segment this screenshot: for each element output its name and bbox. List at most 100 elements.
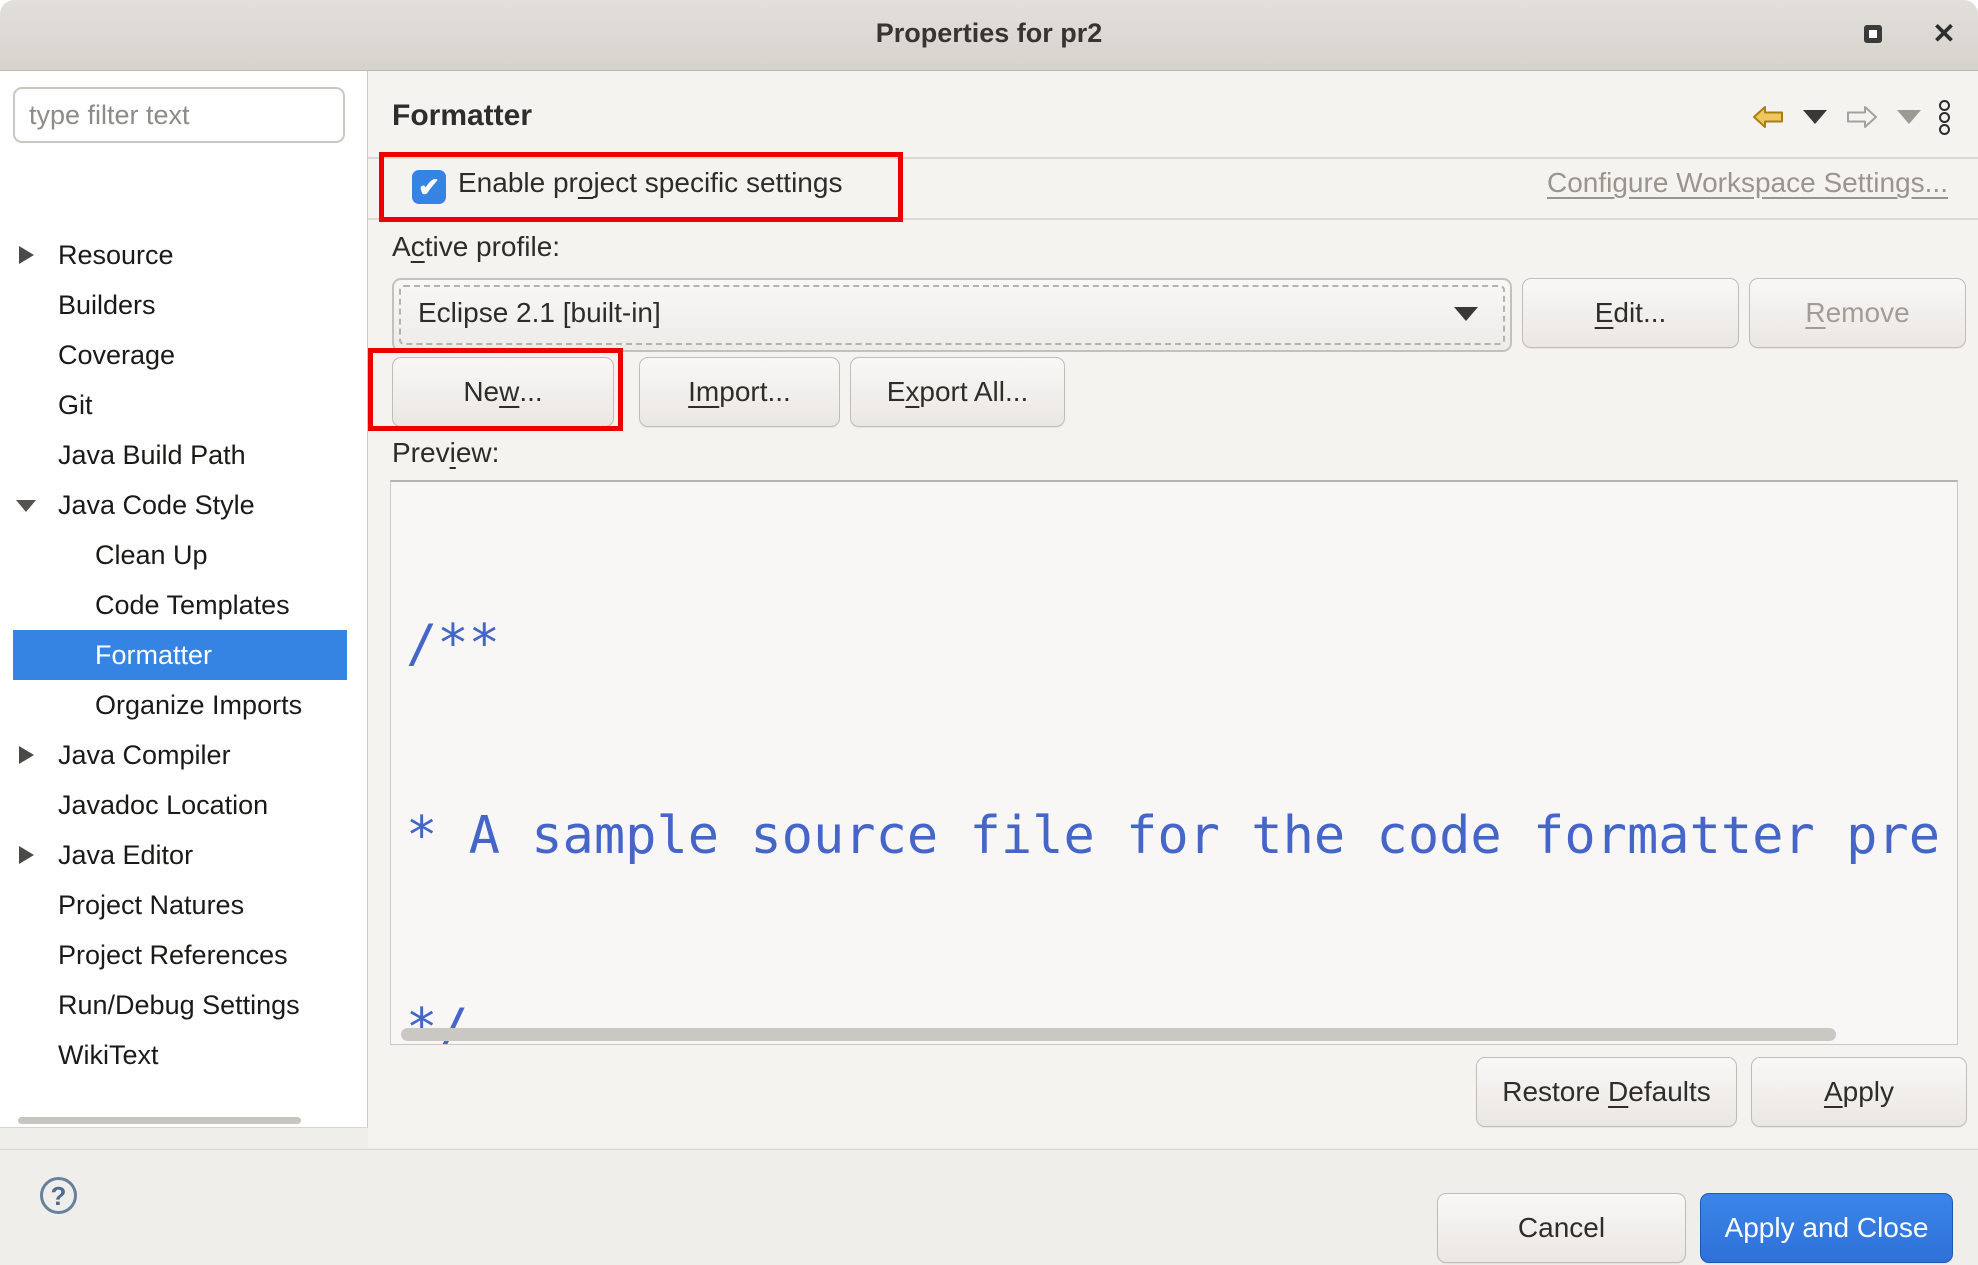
titlebar: Properties for pr2 ✕: [0, 0, 1978, 71]
label-mnemonic: R: [1805, 297, 1825, 329]
label-pre: Prev: [392, 437, 450, 468]
label-mnemonic: D: [1608, 1076, 1628, 1108]
restore-defaults-button[interactable]: Restore Defaults: [1476, 1057, 1737, 1127]
kebab-dot: [1939, 124, 1950, 135]
label-post: port All...: [919, 376, 1028, 408]
expander-right-icon[interactable]: [19, 846, 34, 864]
sidebar-item-builders[interactable]: Builders: [13, 280, 347, 330]
window-title: Properties for pr2: [0, 18, 1978, 49]
active-profile-select[interactable]: Eclipse 2.1 [built-in]: [392, 278, 1512, 352]
sidebar-horizontal-scrollbar[interactable]: [18, 1117, 301, 1124]
sidebar-item-git[interactable]: Git: [13, 380, 347, 430]
sidebar-item-label: Formatter: [95, 630, 212, 680]
configure-workspace-settings-link[interactable]: Configure Workspace Settings...: [1547, 167, 1948, 199]
sidebar-item-project-references[interactable]: Project References: [13, 930, 347, 980]
code-comment: * A sample source file for the code form…: [406, 806, 1940, 866]
import-button[interactable]: Import...: [639, 357, 840, 427]
sidebar-item-label: Clean Up: [95, 530, 208, 580]
export-all-button[interactable]: Export All...: [850, 357, 1065, 427]
preview-label: Preview:: [392, 437, 499, 469]
page-toolbar: [1751, 97, 1950, 137]
annotation-rect-enable-settings: [379, 152, 903, 222]
help-icon[interactable]: ?: [40, 1177, 77, 1214]
properties-dialog: Properties for pr2 ✕ Resource Builders C…: [0, 0, 1978, 1265]
sidebar-item-label: WikiText: [58, 1030, 159, 1080]
sidebar-item-label: Coverage: [58, 330, 175, 380]
sidebar-item-java-editor[interactable]: Java Editor: [13, 830, 347, 880]
label-post: pply: [1843, 1076, 1894, 1108]
sidebar-item-javadoc-location[interactable]: Javadoc Location: [13, 780, 347, 830]
label-post: dit...: [1613, 297, 1666, 329]
sidebar-item-label: Organize Imports: [95, 680, 302, 730]
sidebar-item-java-code-style[interactable]: Java Code Style: [13, 480, 347, 530]
sidebar-item-java-compiler[interactable]: Java Compiler: [13, 730, 347, 780]
label-mnemonic: x: [905, 376, 919, 408]
sidebar-item-code-templates[interactable]: Code Templates: [13, 580, 347, 630]
forward-arrow-icon[interactable]: [1845, 105, 1879, 129]
sidebar-item-label: Run/Debug Settings: [58, 980, 300, 1030]
formatter-page: Formatter ✔ Enable project specific sett…: [368, 71, 1978, 1148]
maximize-icon[interactable]: [1864, 25, 1882, 43]
label-post: port...: [719, 376, 791, 408]
expander-right-icon[interactable]: [19, 246, 34, 264]
sidebar-item-java-build-path[interactable]: Java Build Path: [13, 430, 347, 480]
active-profile-label: Active profile:: [392, 231, 560, 263]
sidebar-item-label: Builders: [58, 280, 156, 330]
label-post: ew:: [456, 437, 500, 468]
dialog-action-bar: Cancel Apply and Close: [0, 1149, 1978, 1265]
sidebar-item-label: Java Build Path: [58, 430, 246, 480]
active-profile-value: Eclipse 2.1 [built-in]: [418, 280, 661, 346]
preferences-sidebar: Resource Builders Coverage Git Java Buil…: [0, 71, 368, 1128]
forward-history-dropdown-icon[interactable]: [1897, 110, 1921, 124]
expander-down-icon[interactable]: [16, 500, 36, 512]
view-menu-icon[interactable]: [1939, 100, 1950, 135]
label-post: tive profile:: [425, 231, 560, 262]
sidebar-item-label: Resource: [58, 230, 174, 280]
label-mnemonic: A: [1824, 1076, 1843, 1108]
label-mnemonic: E: [1595, 297, 1614, 329]
kebab-dot: [1939, 100, 1950, 111]
back-history-dropdown-icon[interactable]: [1803, 110, 1827, 124]
label-pre: E: [887, 376, 906, 408]
sidebar-item-project-natures[interactable]: Project Natures: [13, 880, 347, 930]
back-arrow-icon[interactable]: [1751, 105, 1785, 129]
sidebar-item-label: Project Natures: [58, 880, 244, 930]
edit-button[interactable]: Edit...: [1522, 278, 1739, 348]
sidebar-item-wikitext[interactable]: WikiText: [13, 1030, 347, 1080]
label-pre: Apply and Close: [1725, 1212, 1929, 1244]
sidebar-item-run-debug-settings[interactable]: Run/Debug Settings: [13, 980, 347, 1030]
label-post: emove: [1826, 297, 1910, 329]
cancel-button[interactable]: Cancel: [1437, 1193, 1686, 1263]
apply-button[interactable]: Apply: [1751, 1057, 1967, 1127]
sidebar-item-label: Javadoc Location: [58, 780, 268, 830]
label-pre: Restore: [1502, 1076, 1608, 1108]
label-mnemonic: Im: [688, 376, 719, 408]
label-pre: Cancel: [1518, 1212, 1605, 1244]
sidebar-item-organize-imports[interactable]: Organize Imports: [13, 680, 347, 730]
preview-horizontal-scrollbar[interactable]: [401, 1028, 1836, 1041]
sidebar-item-label: Java Compiler: [58, 730, 231, 780]
sidebar-item-clean-up[interactable]: Clean Up: [13, 530, 347, 580]
sidebar-item-label: Git: [58, 380, 93, 430]
chevron-down-icon: [1454, 307, 1478, 321]
formatter-preview-pane: /** * A sample source file for the code …: [390, 480, 1958, 1045]
code-comment: /**: [406, 614, 500, 674]
apply-and-close-button[interactable]: Apply and Close: [1700, 1193, 1953, 1263]
close-icon[interactable]: ✕: [1924, 12, 1964, 56]
sidebar-item-coverage[interactable]: Coverage: [13, 330, 347, 380]
label-post: efaults: [1628, 1076, 1711, 1108]
sidebar-item-formatter[interactable]: Formatter: [13, 630, 347, 680]
kebab-dot: [1939, 112, 1950, 123]
sidebar-item-label: Java Editor: [58, 830, 193, 880]
sidebar-item-label: Code Templates: [95, 580, 290, 630]
label-mnemonic: c: [411, 231, 425, 262]
preview-code: /** * A sample source file for the code …: [406, 484, 1940, 1045]
annotation-rect-new-button: [368, 348, 623, 431]
expander-right-icon[interactable]: [19, 746, 34, 764]
filter-input[interactable]: [13, 87, 345, 143]
sidebar-item-label: Project References: [58, 930, 288, 980]
remove-button[interactable]: Remove: [1749, 278, 1966, 348]
sidebar-item-resource[interactable]: Resource: [13, 230, 347, 280]
sidebar-item-label: Java Code Style: [58, 480, 255, 530]
page-title: Formatter: [392, 99, 532, 133]
